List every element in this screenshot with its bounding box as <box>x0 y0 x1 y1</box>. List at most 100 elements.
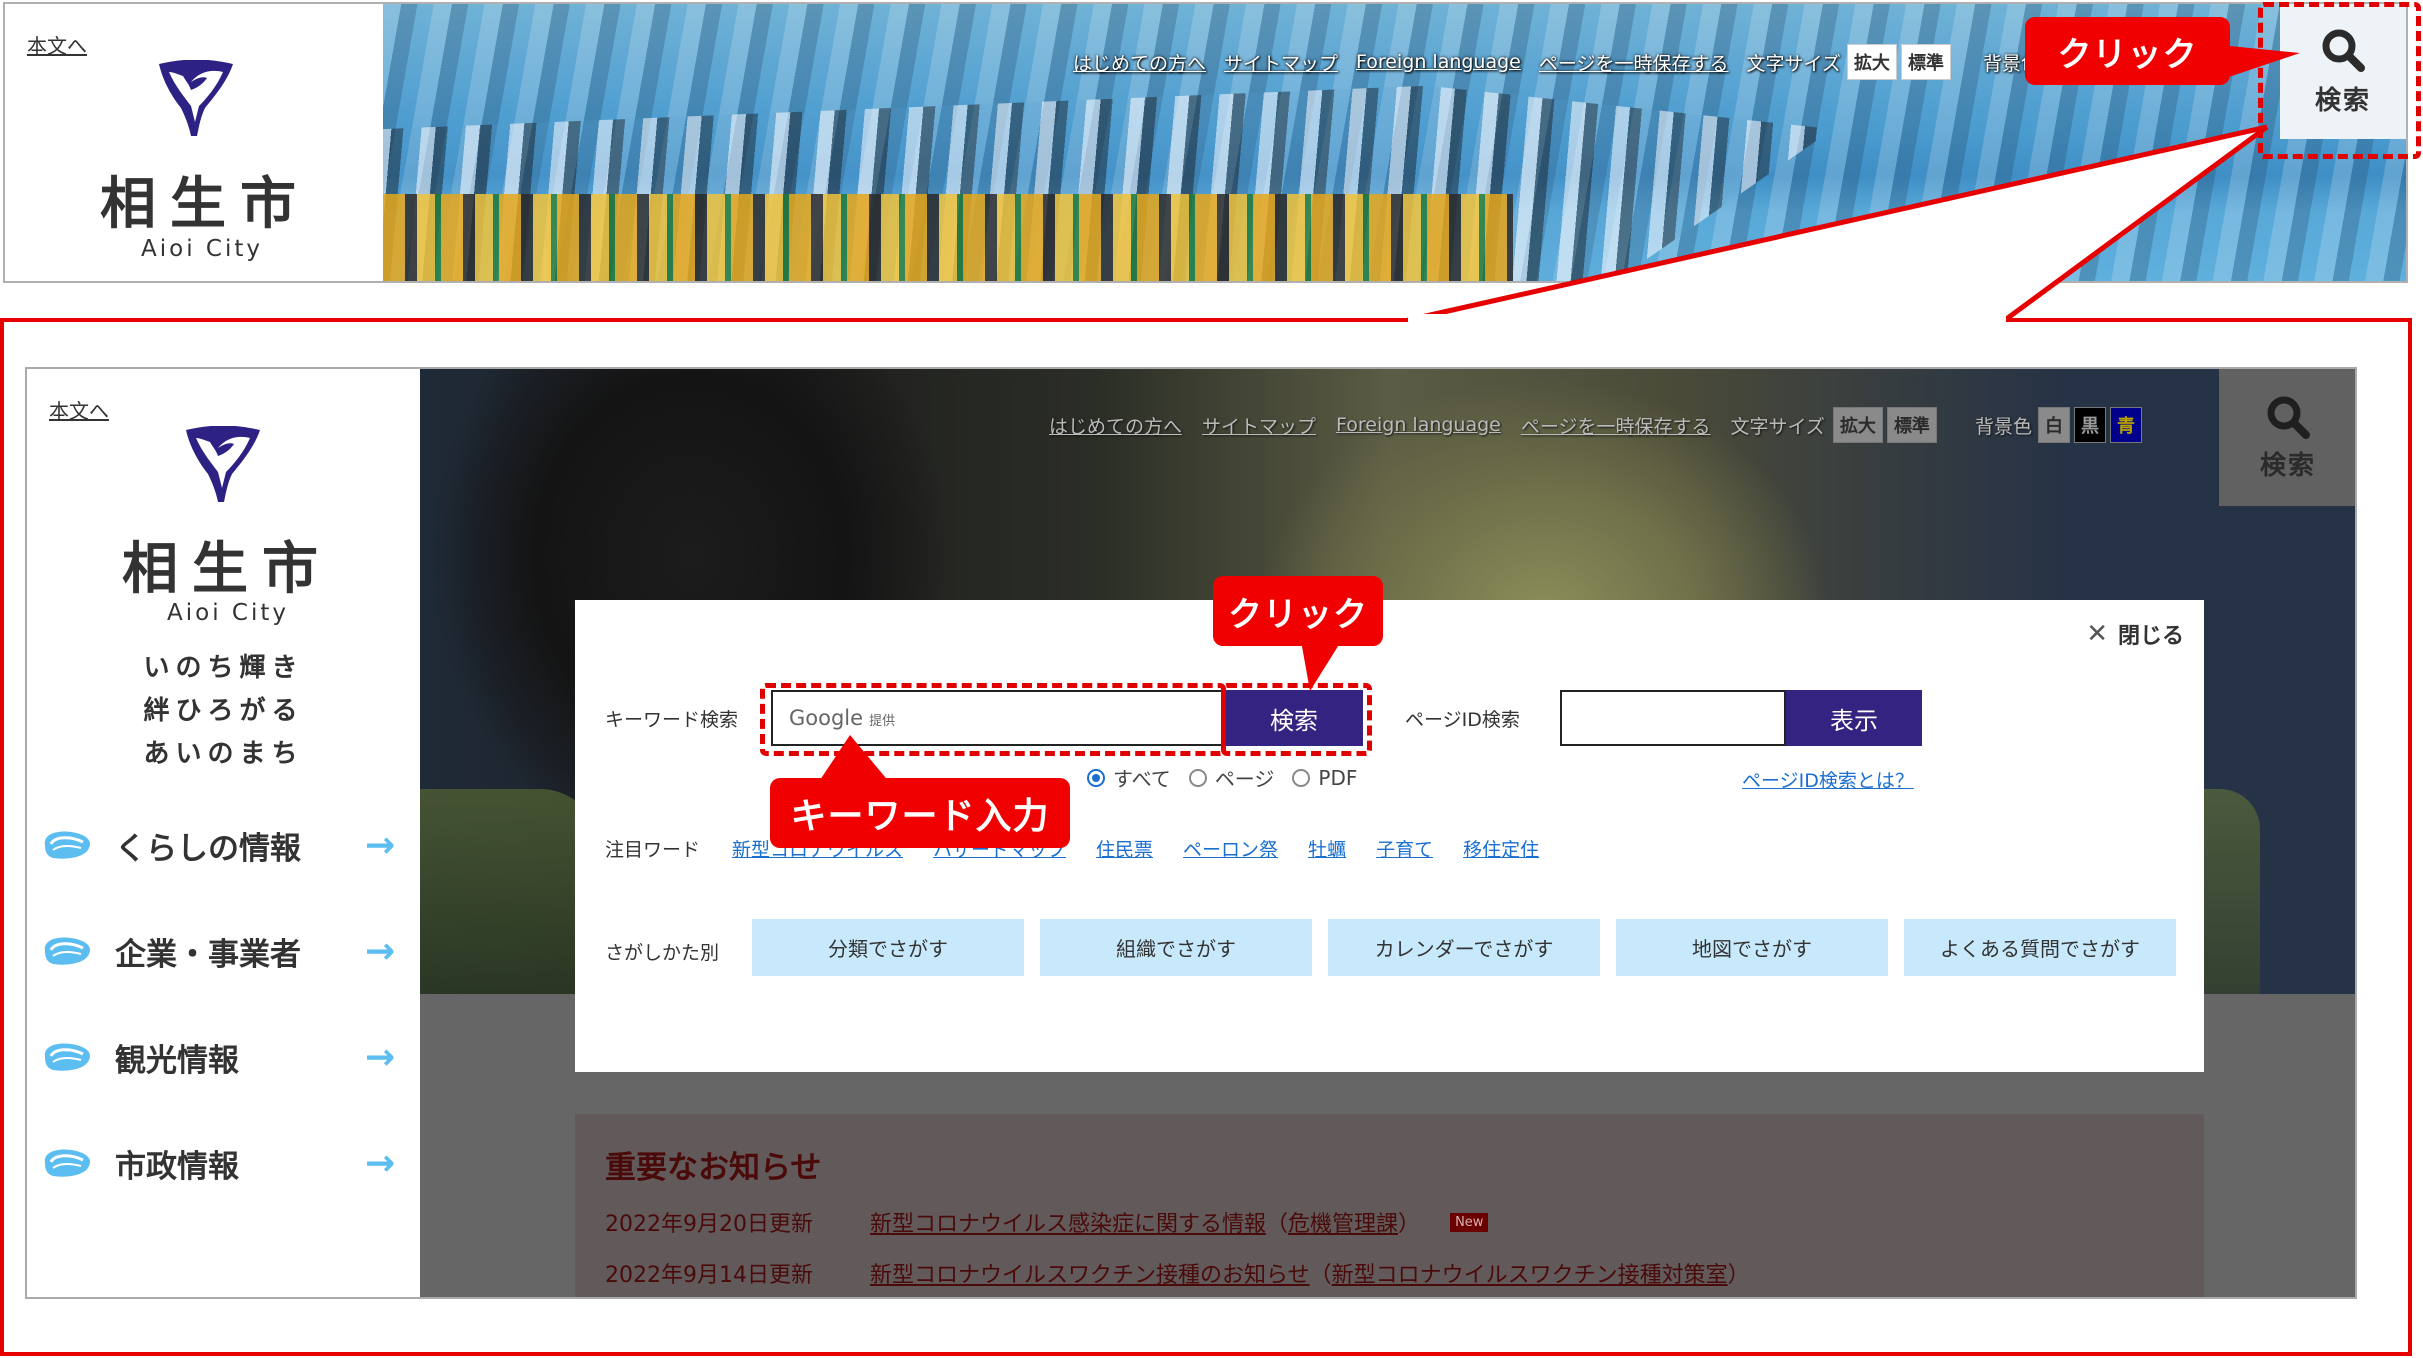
search-by-label: さがしかた別 <box>605 942 720 964</box>
nav-sitemap[interactable]: サイトマップ <box>1224 49 1338 76</box>
nav-foreign-language[interactable]: Foreign language <box>1336 414 1501 436</box>
close-modal-button[interactable]: ✕ 閉じる <box>2086 618 2184 650</box>
arrow-right-icon: → <box>365 1142 396 1184</box>
font-size-enlarge-button[interactable]: 拡大 <box>1832 407 1883 443</box>
featured-word-link[interactable]: ペーロン祭 <box>1183 835 1278 862</box>
notice-dept-link[interactable]: 危機管理課 <box>1288 1206 1398 1238</box>
click-callout-submit: クリック <box>1213 576 1383 646</box>
font-size-standard-button[interactable]: 標準 <box>1900 44 1951 80</box>
search-by-category-button[interactable]: 分類でさがす <box>752 919 1024 976</box>
nav-save-page[interactable]: ページを一時保存する <box>1521 412 1711 439</box>
close-label: 閉じる <box>2117 624 2184 649</box>
keyword-search-label: キーワード検索 <box>605 709 739 731</box>
callout-pointer-icon <box>2220 45 2300 80</box>
featured-words-label: 注目ワード <box>605 839 701 861</box>
paren-open: （ <box>1266 1212 1289 1237</box>
nav-foreign-language[interactable]: Foreign language <box>1356 51 1521 73</box>
nav-first-visit[interactable]: はじめての方へ <box>1049 412 1182 439</box>
oyster-icon <box>44 831 91 859</box>
nav-sitemap[interactable]: サイトマップ <box>1202 412 1316 439</box>
page-id-input[interactable] <box>1560 690 1786 746</box>
melon-image <box>420 789 600 994</box>
search-icon <box>2267 396 2310 439</box>
search-by-buttons: 分類でさがす 組織でさがす カレンダーでさがす 地図でさがす よくある質問でさが… <box>752 919 2176 976</box>
notice-link[interactable]: 新型コロナウイルスワクチン接種のお知らせ <box>870 1257 1310 1289</box>
rowers-image <box>383 194 1513 281</box>
logo-panel: 本文へ 相生市 Aioi City <box>5 4 383 281</box>
city-name: 相生市 <box>100 172 310 237</box>
page-id-search-label: ページID検索 <box>1405 709 1520 731</box>
font-size-label: 文字サイズ <box>1746 52 1841 75</box>
featured-word-link[interactable]: 住民票 <box>1096 835 1153 862</box>
bg-color-black-button[interactable]: 黒 <box>2073 407 2106 443</box>
tagline-line: あいのまち <box>143 739 304 769</box>
notice-link[interactable]: 新型コロナウイルス感染症に関する情報 <box>870 1206 1266 1238</box>
skip-to-content-link[interactable]: 本文へ <box>49 395 109 424</box>
sidebar-item-tourism[interactable]: 観光情報 → <box>41 1027 411 1087</box>
frame-gap-cover <box>1408 314 2006 326</box>
oyster-icon <box>44 937 91 965</box>
oyster-icon <box>44 1043 91 1071</box>
nav-save-page[interactable]: ページを一時保存する <box>1539 49 1729 76</box>
featured-word-link[interactable]: 牡蠣 <box>1308 835 1346 862</box>
search-by-map-button[interactable]: 地図でさがす <box>1616 919 1888 976</box>
notice-date: 2022年9月20日更新 <box>605 1212 813 1237</box>
notice-dept-link[interactable]: 新型コロナウイルスワクチン接種対策室 <box>1332 1257 1728 1289</box>
utility-nav: はじめての方へ サイトマップ Foreign language ページを一時保存… <box>1049 407 2142 443</box>
paren-close: ） <box>1727 1263 1750 1288</box>
font-size-standard-button[interactable]: 標準 <box>1886 407 1937 443</box>
search-button-label: 検索 <box>2259 451 2316 481</box>
oyster-icon <box>44 1149 91 1177</box>
notice-date: 2022年9月14日更新 <box>605 1263 813 1288</box>
radio-label: PDF <box>1318 765 1358 790</box>
featured-word-link[interactable]: 子育て <box>1376 835 1433 862</box>
page-id-submit-button[interactable]: 表示 <box>1786 690 1922 746</box>
city-name-en: Aioi City <box>141 236 263 262</box>
city-name-en: Aioi City <box>167 600 289 626</box>
arrow-right-icon: → <box>365 930 396 972</box>
bg-color-label: 背景色 <box>1974 415 2032 438</box>
nav-first-visit[interactable]: はじめての方へ <box>1073 49 1206 76</box>
header-search-button[interactable]: 検索 <box>2219 369 2355 506</box>
paren-close: ） <box>1398 1212 1421 1237</box>
font-size-label: 文字サイズ <box>1730 415 1825 438</box>
scope-pdf-radio[interactable] <box>1292 768 1311 787</box>
city-name: 相生市 <box>122 537 332 602</box>
sidebar-item-living[interactable]: くらしの情報 → <box>41 815 411 875</box>
tagline-line: いのち輝き <box>143 653 304 683</box>
search-scope-radio-group: すべて ページ PDF <box>1087 763 1357 792</box>
font-size-enlarge-button[interactable]: 拡大 <box>1846 44 1897 80</box>
page-id-help-link[interactable]: ページID検索とは？ <box>1742 766 1914 793</box>
notice-item: 2022年9月20日更新 新型コロナウイルス感染症に関する情報 （危機管理課） … <box>605 1206 1489 1238</box>
sidebar-item-label: 企業・事業者 <box>115 936 301 973</box>
sidebar: 本文へ 相生市 Aioi City いのち輝き 絆ひろがる あいのまち くらしの… <box>27 369 420 1297</box>
close-icon: ✕ <box>2086 619 2108 649</box>
notices-title: 重要なお知らせ <box>605 1150 822 1186</box>
screenshot-after-click: 本文へ 相生市 Aioi City いのち輝き 絆ひろがる あいのまち くらしの… <box>25 367 2357 1299</box>
keyword-input-callout: キーワード入力 <box>770 778 1070 848</box>
tagline-line: 絆ひろがる <box>143 696 304 726</box>
scope-all-radio[interactable] <box>1087 768 1105 787</box>
paren-open: （ <box>1309 1263 1332 1288</box>
sidebar-item-label: 観光情報 <box>115 1042 239 1079</box>
skip-to-content-link[interactable]: 本文へ <box>27 30 87 59</box>
sidebar-menu: くらしの情報 → 企業・事業者 → 観光情報 → 市政情報 → <box>41 815 411 1193</box>
bg-color-white-button[interactable]: 白 <box>2037 407 2070 443</box>
important-notices: 重要なお知らせ 2022年9月20日更新 新型コロナウイルス感染症に関する情報 … <box>575 1114 2204 1297</box>
search-by-organization-button[interactable]: 組織でさがす <box>1040 919 1312 976</box>
notice-item: 2022年9月14日更新 新型コロナウイルスワクチン接種のお知らせ （新型コロナ… <box>605 1257 1750 1289</box>
arrow-right-icon: → <box>365 824 396 866</box>
sidebar-item-city-government[interactable]: 市政情報 → <box>41 1133 411 1193</box>
search-by-calendar-button[interactable]: カレンダーでさがす <box>1328 919 1600 976</box>
city-tagline: いのち輝き 絆ひろがる あいのまち <box>27 647 420 776</box>
sidebar-item-business[interactable]: 企業・事業者 → <box>41 921 411 981</box>
arrow-right-icon: → <box>365 1036 396 1078</box>
sidebar-item-label: くらしの情報 <box>115 830 301 867</box>
scope-page-radio[interactable] <box>1188 768 1207 787</box>
featured-word-link[interactable]: 移住定住 <box>1463 835 1539 862</box>
search-by-faq-button[interactable]: よくある質問でさがす <box>1904 919 2176 976</box>
bg-color-blue-button[interactable]: 青 <box>2109 407 2142 443</box>
city-emblem-icon <box>186 426 260 502</box>
radio-label: すべて <box>1113 767 1171 791</box>
utility-nav: はじめての方へ サイトマップ Foreign language ページを一時保存… <box>1073 44 2040 80</box>
